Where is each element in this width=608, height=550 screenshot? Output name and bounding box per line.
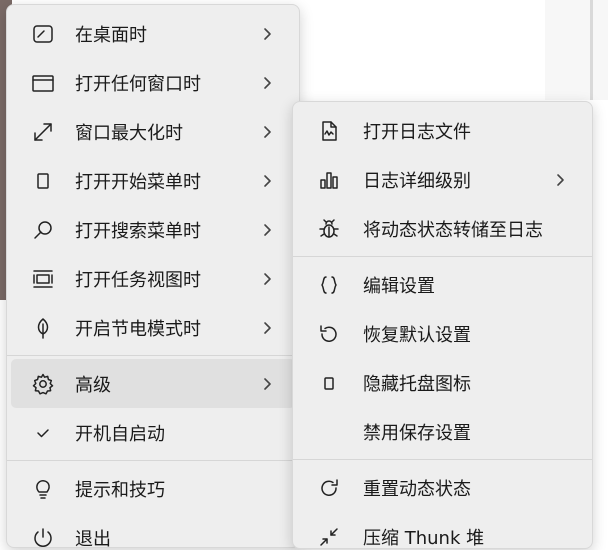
desktop-icon xyxy=(29,20,57,48)
menu-item-on-desktop[interactable]: 在桌面时 xyxy=(11,9,295,58)
chevron-right-icon xyxy=(257,171,277,191)
submenu-item-edit-settings[interactable]: 编辑设置 xyxy=(297,260,588,309)
background-window-fragment xyxy=(545,0,608,100)
menu-item-autostart[interactable]: 开机自启动 xyxy=(11,408,295,457)
submenu-item-open-log[interactable]: 打开日志文件 xyxy=(297,106,588,155)
undo-icon xyxy=(315,320,343,348)
menu-separator xyxy=(293,256,592,257)
main-context-menu: 在桌面时 打开任何窗口时 窗口最大化时 打开开始菜单时 打开搜索菜单时 打开任务… xyxy=(6,4,300,550)
menu-separator xyxy=(293,459,592,460)
menu-item-label: 将动态状态转储至日志 xyxy=(363,219,543,241)
menu-item-exit[interactable]: 退出 xyxy=(11,513,295,550)
empty-icon-slot xyxy=(315,418,343,446)
task-view-icon xyxy=(29,265,57,293)
menu-item-search-menu[interactable]: 打开搜索菜单时 xyxy=(11,205,295,254)
menu-item-label: 打开任务视图时 xyxy=(75,269,201,291)
chevron-right-icon xyxy=(257,269,277,289)
lightbulb-icon xyxy=(29,475,57,503)
submenu-item-restore-defaults[interactable]: 恢复默认设置 xyxy=(297,309,588,358)
bug-icon xyxy=(315,215,343,243)
gear-icon xyxy=(29,370,57,398)
menu-item-label: 打开搜索菜单时 xyxy=(75,220,201,242)
menu-item-label: 恢复默认设置 xyxy=(363,324,471,346)
submenu-item-dump-state[interactable]: 将动态状态转储至日志 xyxy=(297,204,588,253)
window-icon xyxy=(29,69,57,97)
menu-item-label: 打开任何窗口时 xyxy=(75,73,201,95)
menu-separator xyxy=(7,460,299,461)
compress-icon xyxy=(315,523,343,550)
menu-item-label: 窗口最大化时 xyxy=(75,122,183,144)
menu-item-tips[interactable]: 提示和技巧 xyxy=(11,464,295,513)
menu-item-advanced[interactable]: 高级 xyxy=(11,359,295,408)
menu-item-label: 隐藏托盘图标 xyxy=(363,373,471,395)
menu-item-label: 退出 xyxy=(75,528,111,550)
background-window-edge xyxy=(590,0,593,100)
menu-item-label: 在桌面时 xyxy=(75,24,147,46)
menu-item-label: 开机自启动 xyxy=(75,423,165,445)
start-menu-icon xyxy=(29,167,57,195)
menu-item-any-window[interactable]: 打开任何窗口时 xyxy=(11,58,295,107)
small-square-icon xyxy=(315,369,343,397)
chevron-right-icon xyxy=(257,122,277,142)
bar-chart-icon xyxy=(315,166,343,194)
menu-item-label: 重置动态状态 xyxy=(363,478,471,500)
menu-item-start-menu[interactable]: 打开开始菜单时 xyxy=(11,156,295,205)
submenu-item-disable-save-settings[interactable]: 禁用保存设置 xyxy=(297,407,588,456)
menu-item-label: 日志详细级别 xyxy=(363,170,471,192)
chevron-right-icon xyxy=(550,170,570,190)
menu-item-label: 开启节电模式时 xyxy=(75,318,201,340)
advanced-submenu: 打开日志文件 日志详细级别 将动态状态转储至日志 编辑设置 恢复默认设置 隐藏托… xyxy=(292,101,593,549)
menu-item-label: 禁用保存设置 xyxy=(363,422,471,444)
chevron-right-icon xyxy=(257,24,277,44)
menu-item-label: 提示和技巧 xyxy=(75,479,165,501)
submenu-item-hide-tray-icon[interactable]: 隐藏托盘图标 xyxy=(297,358,588,407)
log-file-icon xyxy=(315,117,343,145)
checkmark-icon xyxy=(29,419,57,447)
chevron-right-icon xyxy=(257,73,277,93)
menu-item-window-maximized[interactable]: 窗口最大化时 xyxy=(11,107,295,156)
submenu-item-log-level[interactable]: 日志详细级别 xyxy=(297,155,588,204)
submenu-item-reset-dynamic-state[interactable]: 重置动态状态 xyxy=(297,463,588,512)
braces-icon xyxy=(315,271,343,299)
leaf-icon xyxy=(29,314,57,342)
menu-item-label: 压缩 Thunk 堆 xyxy=(363,527,485,549)
maximize-icon xyxy=(29,118,57,146)
search-icon xyxy=(29,216,57,244)
refresh-icon xyxy=(315,474,343,502)
menu-item-battery-saver[interactable]: 开启节电模式时 xyxy=(11,303,295,352)
menu-item-label: 高级 xyxy=(75,374,111,396)
chevron-right-icon xyxy=(257,220,277,240)
power-icon xyxy=(29,524,57,550)
menu-item-label: 打开开始菜单时 xyxy=(75,171,201,193)
chevron-right-icon xyxy=(257,374,277,394)
menu-separator xyxy=(7,355,299,356)
menu-item-task-view[interactable]: 打开任务视图时 xyxy=(11,254,295,303)
menu-item-label: 编辑设置 xyxy=(363,275,435,297)
chevron-right-icon xyxy=(257,318,277,338)
submenu-item-compress-thunk-heap[interactable]: 压缩 Thunk 堆 xyxy=(297,512,588,550)
menu-item-label: 打开日志文件 xyxy=(363,121,471,143)
